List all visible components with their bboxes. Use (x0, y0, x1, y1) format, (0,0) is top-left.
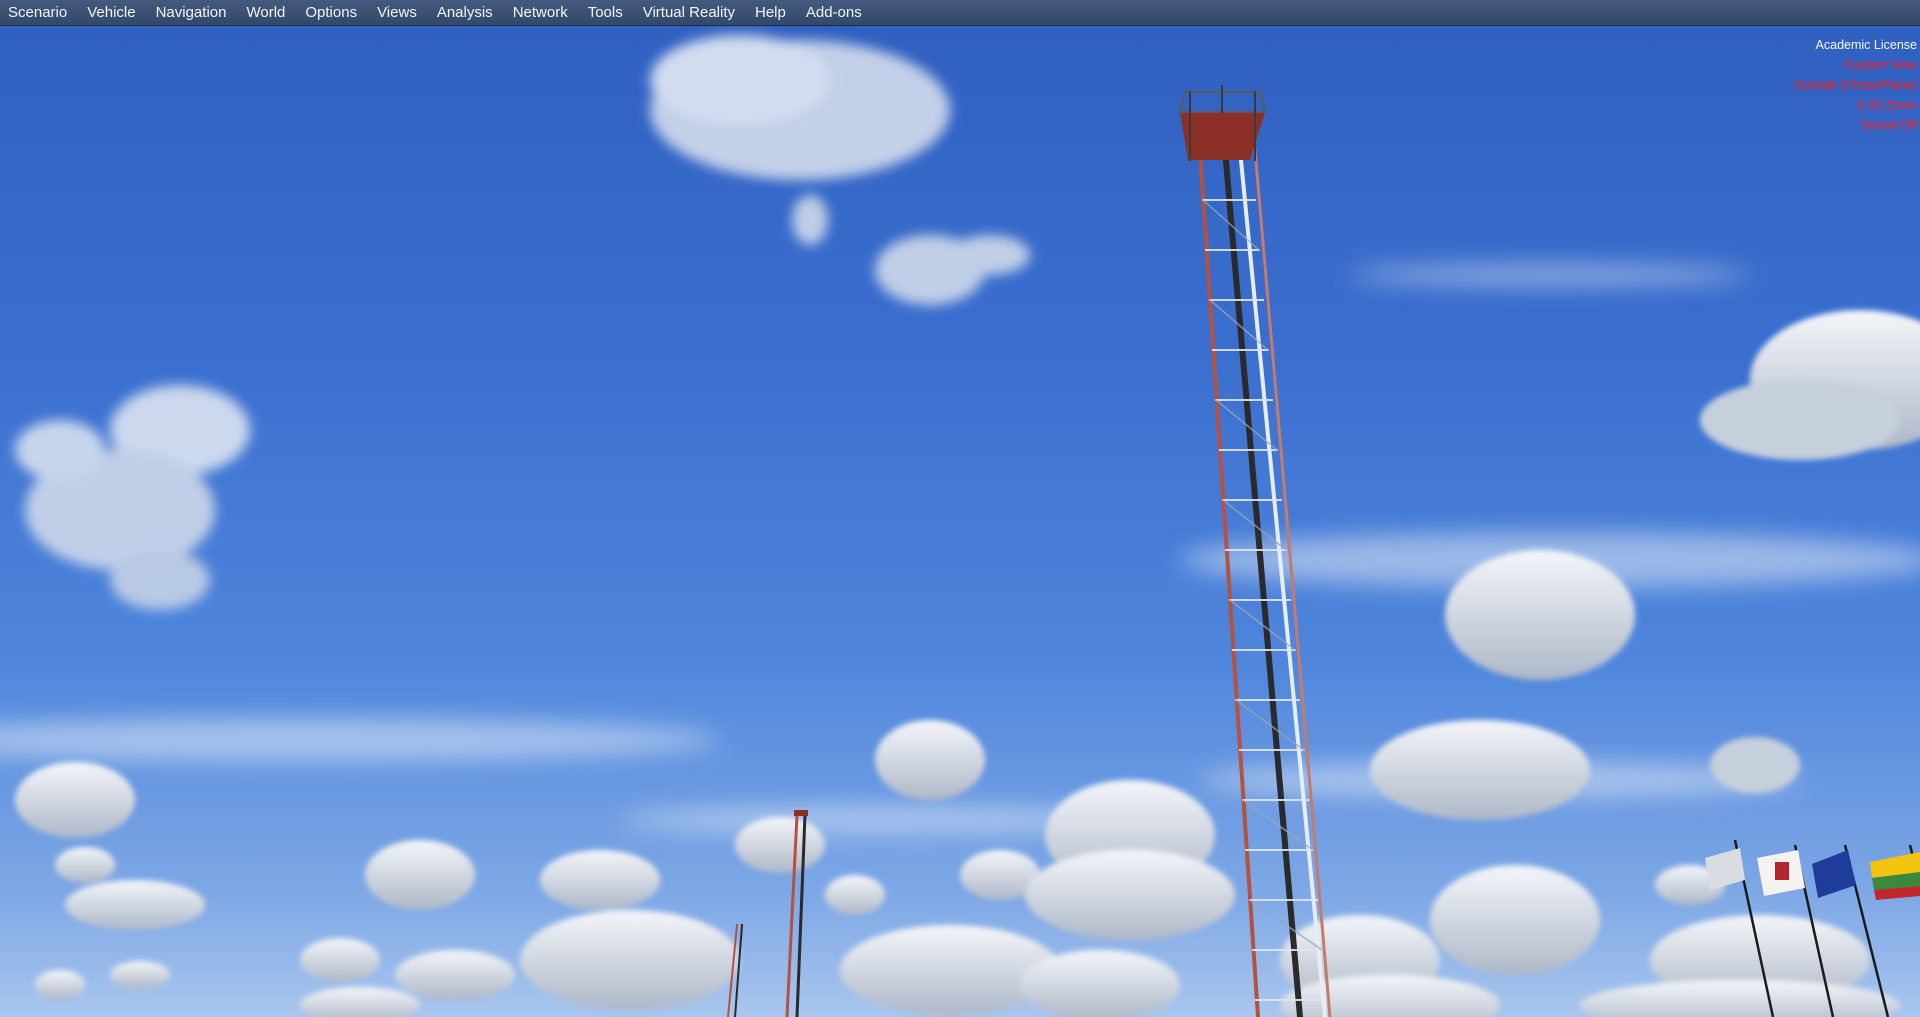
menu-virtual-reality[interactable]: Virtual Reality (637, 0, 741, 26)
cloud-top-center (650, 35, 1030, 305)
view-info-overlay: Academic License Custom View Outside (Ch… (1794, 35, 1917, 135)
menu-scenario[interactable]: Scenario (2, 0, 73, 26)
sound-status-label: Sound Off (1860, 118, 1917, 132)
zoom-label: 0.42 Zoom (1857, 98, 1917, 112)
menu-network[interactable]: Network (507, 0, 574, 26)
camera-mode-label: Outside (ChasePlane) (1794, 78, 1917, 92)
menu-help[interactable]: Help (749, 0, 792, 26)
menu-world[interactable]: World (240, 0, 291, 26)
menu-vehicle[interactable]: Vehicle (81, 0, 141, 26)
cloud-left (15, 385, 250, 610)
view-name-label: Custom View (1843, 58, 1917, 72)
menu-analysis[interactable]: Analysis (431, 0, 499, 26)
menu-options[interactable]: Options (299, 0, 363, 26)
sky-scene (0, 35, 1920, 1017)
menu-navigation[interactable]: Navigation (150, 0, 233, 26)
menu-add-ons[interactable]: Add-ons (800, 0, 868, 26)
simulator-viewport[interactable]: Scenario Vehicle Navigation World Option… (0, 0, 1920, 1017)
menu-views[interactable]: Views (371, 0, 423, 26)
menu-bar: Scenario Vehicle Navigation World Option… (0, 0, 1920, 26)
license-label: Academic License (1815, 38, 1917, 52)
menu-tools[interactable]: Tools (582, 0, 629, 26)
